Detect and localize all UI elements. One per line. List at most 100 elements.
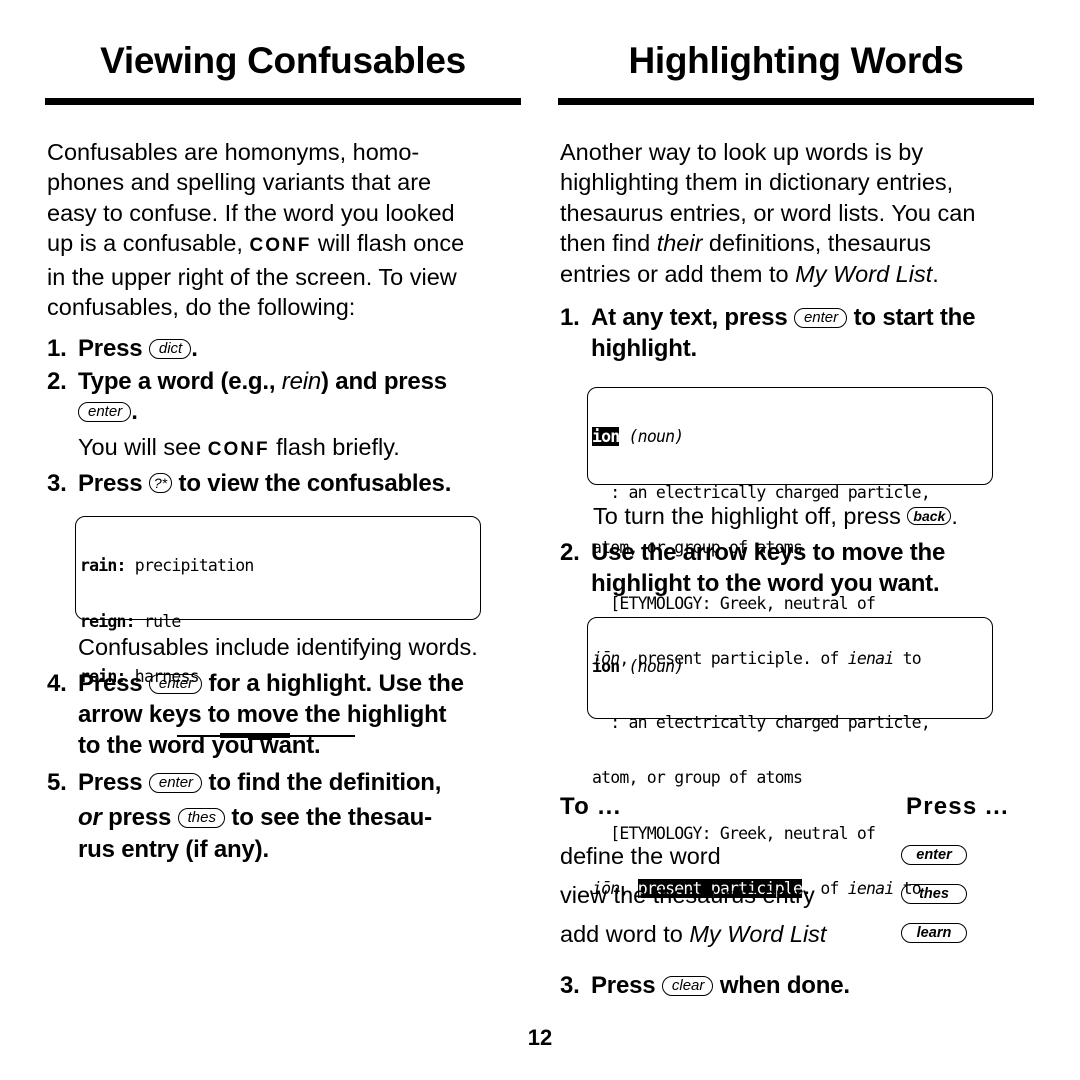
intro-line: Another way to look up words is by	[560, 139, 924, 165]
part-of-speech: (noun)	[628, 657, 685, 676]
intro-line: phones and spelling variants that are	[47, 169, 432, 196]
step-2-key-line: enter.	[47, 397, 447, 427]
step-text: Press	[591, 972, 662, 999]
thes-key[interactable]: thes	[177, 808, 225, 828]
my-word-list-ref: My Word List	[689, 921, 827, 947]
text: flash briefly.	[269, 434, 400, 460]
text: To turn the highlight off, press	[593, 503, 908, 529]
step-text: Press	[78, 670, 149, 697]
step-text: to the word you want.	[78, 732, 321, 759]
step-text: .	[131, 398, 138, 425]
step-text: .	[191, 335, 198, 362]
pronunciation: ienai	[847, 879, 894, 898]
text: will flash once	[311, 230, 465, 257]
step-text: Use the arrow keys to move the	[591, 539, 946, 566]
clear-key[interactable]: clear	[661, 976, 714, 996]
headword: ion	[592, 657, 620, 676]
step-4: 4. Press enter for a highlight. Use the a…	[47, 668, 537, 761]
text: definitions, thesaurus	[702, 230, 932, 257]
table-header-to: To ...	[560, 793, 622, 820]
section-title-viewing-confusables: Viewing Confusables	[100, 40, 466, 81]
step-5: 5. Press enter to find the definition, or…	[47, 765, 537, 865]
step-2: 2. Use the arrow keys to move the highlig…	[560, 537, 1040, 599]
conf-indicator: CONF	[207, 439, 270, 460]
screen-row: atom, or group of atoms	[592, 768, 803, 787]
back-key[interactable]: back	[907, 507, 952, 525]
title-rule	[558, 98, 1034, 105]
step-3: 3. Press ?* to view the confusables.	[47, 468, 451, 499]
intro-line: confusables, do the following:	[47, 294, 356, 321]
step-number: 2.	[47, 368, 67, 395]
confusable-meaning: rule	[134, 611, 181, 631]
step-text: for a highlight. Use the	[202, 670, 464, 697]
screen-row: [ETYMOLOGY: Greek, neutral of	[592, 823, 876, 843]
enter-key[interactable]: enter	[148, 773, 203, 793]
intro-line: Confusables are homonyms, homo-	[47, 139, 420, 165]
dict-key[interactable]: dict	[148, 339, 192, 359]
step-number: 1.	[560, 304, 580, 331]
highlight-off-note: To turn the highlight off, press back.	[593, 501, 958, 531]
step-1: 1. Press dict.	[47, 333, 198, 364]
conf-indicator: CONF	[249, 235, 312, 257]
confusable-meaning: precipitation	[125, 556, 255, 575]
intro-paragraph: Confusables are homonyms, homo- phones a…	[47, 137, 527, 322]
enter-key[interactable]: enter	[148, 674, 203, 694]
step-text: highlight to the word you want.	[591, 570, 940, 597]
highlighted-headword: ion	[592, 427, 620, 446]
table-header-press: Press ...	[906, 793, 1009, 820]
text: .	[932, 260, 939, 287]
text: .	[951, 503, 958, 529]
intro-paragraph: Another way to look up words is by highl…	[560, 137, 1040, 289]
step-2: 2. Type a word (e.g., rein) and press ent…	[47, 366, 447, 427]
step-text: when done.	[713, 972, 850, 999]
text: entries or add them to	[560, 260, 796, 287]
thes-key[interactable]: thes	[901, 884, 967, 904]
screen-row: rain: precipitation	[80, 556, 476, 576]
step-text: to view the confusables.	[172, 470, 452, 497]
text: add word to	[560, 921, 690, 947]
section-title-highlighting-words: Highlighting Words	[628, 40, 964, 81]
or-text: or	[78, 804, 102, 831]
intro-line: entries or add them to My Word List.	[560, 259, 1040, 289]
step-number: 4.	[47, 670, 67, 697]
my-word-list-ref: My Word List	[795, 260, 933, 287]
intro-line: thesaurus entries, or word lists. You ca…	[560, 199, 976, 226]
enter-key[interactable]: enter	[901, 845, 967, 865]
learn-key[interactable]: learn	[901, 923, 967, 943]
example-word: rein	[281, 368, 322, 395]
step-number: 5.	[47, 769, 67, 796]
step-text: to find the definition,	[202, 769, 442, 796]
text: You will see	[78, 434, 208, 460]
enter-key[interactable]: enter	[78, 402, 132, 422]
title-rule	[45, 98, 521, 105]
step-text: Press	[78, 335, 149, 362]
step-text: Press	[78, 470, 149, 497]
step-text: At any text, press	[591, 304, 794, 331]
intro-line: easy to confuse. If the word you looked	[47, 199, 455, 226]
step-number: 1.	[47, 335, 67, 362]
step-text: highlight.	[591, 335, 697, 362]
step-number: 2.	[560, 539, 580, 566]
step-text: press	[101, 804, 178, 831]
step-text: rus entry (if any).	[78, 836, 269, 863]
table-row-key: enter	[901, 845, 967, 867]
table-row-action: define the word	[560, 843, 721, 869]
dictionary-screen-highlighted: ion (noun) : an electrically charged par…	[587, 617, 993, 898]
confusable-word: reign:	[80, 611, 136, 631]
screen-row: : an electrically charged particle,	[592, 482, 930, 502]
step-3: 3. Press clear when done.	[560, 970, 850, 1001]
step-5-line-2: or press thes to see the thesau-	[47, 800, 537, 835]
step-text: Type a word (e.g.,	[78, 368, 282, 395]
screen-note: Confusables include identifying words.	[78, 634, 478, 660]
dictionary-screen-start: ion (noun) : an electrically charged par…	[587, 387, 993, 668]
help-key[interactable]: ?*	[148, 473, 173, 493]
screen-row: reign: rule	[80, 611, 476, 632]
confusable-word: rain:	[80, 556, 126, 575]
step-text: to start the	[847, 304, 976, 331]
confusables-screen: rain: precipitation reign: rule rein: ha…	[75, 516, 481, 740]
table-row-key: thes	[901, 884, 967, 906]
text: up is a confusable,	[47, 230, 250, 257]
table-row-action: view the thesaurus entry	[560, 882, 815, 908]
text: then find	[560, 230, 657, 257]
enter-key[interactable]: enter	[793, 308, 848, 328]
